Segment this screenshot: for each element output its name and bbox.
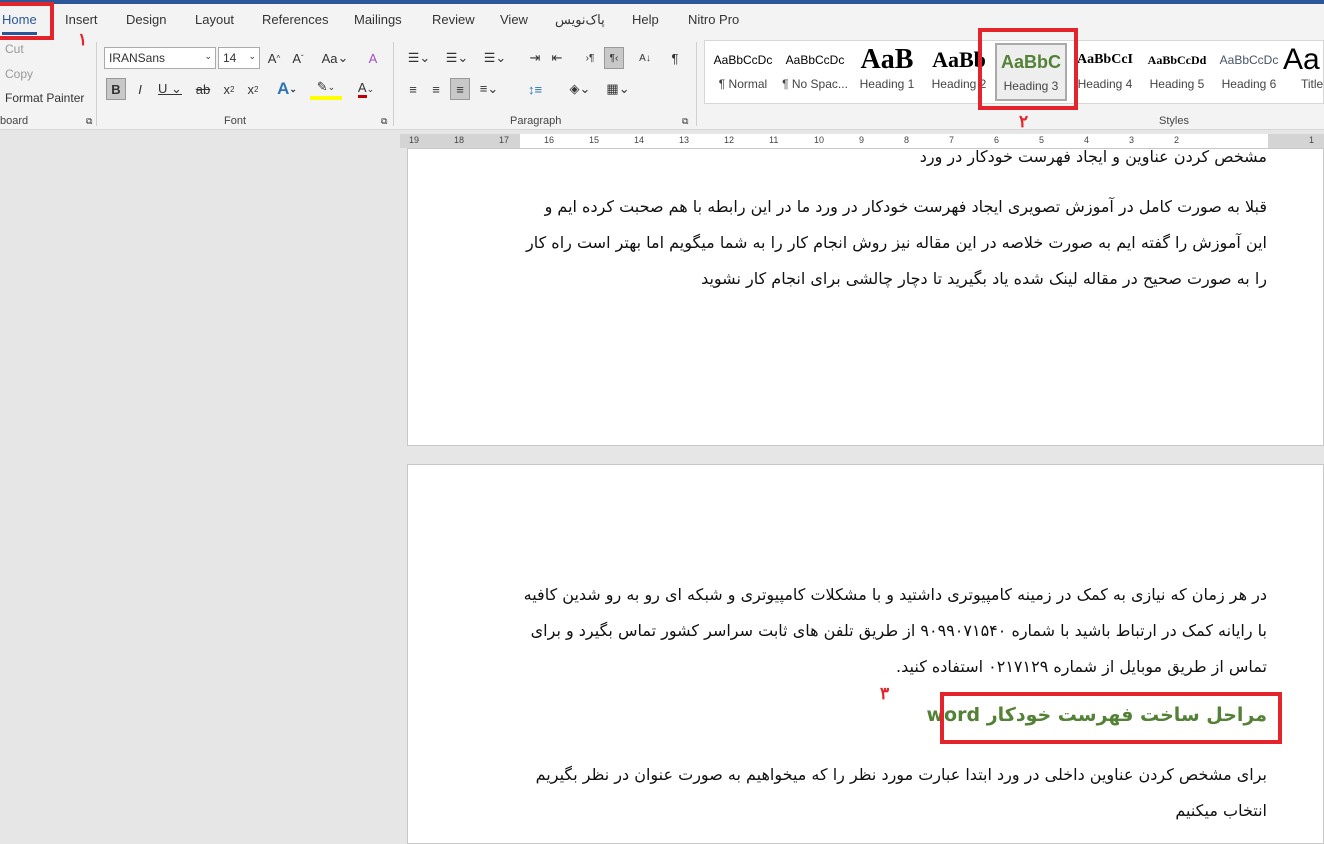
show-marks-icon[interactable]: ¶ (666, 47, 684, 69)
copy-button[interactable]: Copy (5, 67, 33, 81)
annotation-number-3: ۳ (880, 684, 890, 703)
change-case-button[interactable]: Aa ⌄ (318, 47, 352, 69)
divider (96, 42, 97, 126)
ribbon-tabs: Home Insert Design Layout References Mai… (0, 4, 1324, 36)
align-right-icon[interactable]: ≡ (450, 78, 470, 100)
style-preview: AaBbCcI (1076, 52, 1133, 67)
style-name: ¶ Normal (718, 77, 768, 91)
dialog-launcher-icon[interactable]: ⧉ (86, 116, 92, 127)
tab-layout[interactable]: Layout (195, 12, 234, 27)
ruler-tick-label: 18 (454, 135, 465, 145)
style-preview: AaBbCcDd (1147, 53, 1207, 67)
style-heading-1[interactable]: AaB Heading 1 (851, 43, 923, 101)
font-group-label: Font (224, 115, 247, 127)
tab-design[interactable]: Design (126, 12, 166, 27)
style-name: ¶ No Spac... (782, 77, 848, 91)
style-preview: AaBbCcDc (713, 53, 773, 67)
tab-review[interactable]: Review (432, 12, 475, 27)
format-painter-button[interactable]: Format Painter (5, 91, 84, 105)
font-color-icon[interactable]: A ⌄ (350, 78, 382, 100)
change-case-label: Aa (321, 50, 338, 66)
chevron-down-icon: ⌄ (204, 51, 212, 61)
cut-button[interactable]: Cut (5, 42, 24, 56)
tab-paknevis[interactable]: پاک‌نویس (555, 12, 605, 28)
tab-nitro-pro[interactable]: Nitro Pro (688, 12, 739, 27)
dialog-launcher-icon[interactable]: ⧉ (381, 116, 387, 127)
tab-help[interactable]: Help (632, 12, 659, 27)
shrink-font-icon[interactable]: Aˇ (288, 47, 308, 69)
style-preview: Aa (1283, 43, 1320, 76)
multilevel-list-icon[interactable]: ☰⌄ (480, 47, 510, 69)
ribbon: Cut Copy Format Painter board ⧉ IRANSans… (0, 36, 1324, 130)
divider (393, 42, 394, 126)
align-center-icon[interactable]: ≡ (427, 78, 445, 100)
font-size-combo[interactable]: 14 ⌄ (218, 47, 260, 69)
font-name-combo[interactable]: IRANSans ⌄ (104, 47, 216, 69)
style-name: Heading 1 (859, 77, 915, 91)
rtl-direction-icon[interactable]: ¶‹ (604, 47, 624, 69)
style-name: Title (1301, 77, 1324, 91)
clear-formatting-icon[interactable]: A (362, 47, 384, 69)
style-preview: AaB (860, 44, 914, 75)
strikethrough-button[interactable]: ab (194, 78, 212, 100)
text-effects-icon[interactable]: A ⌄ (272, 78, 302, 100)
divider (696, 42, 697, 126)
ltr-direction-icon[interactable]: ›¶ (580, 47, 600, 69)
highlight-icon[interactable]: ✎ ⌄ (310, 78, 342, 100)
bullets-icon[interactable]: ☰⌄ (404, 47, 434, 69)
shading-icon[interactable]: ◈⌄ (564, 78, 596, 100)
style-name: Heading 5 (1149, 77, 1205, 91)
clipboard-group-label: board (0, 115, 29, 127)
tab-insert[interactable]: Insert (65, 12, 98, 27)
ruler-tick-label: 1 (1309, 135, 1315, 145)
styles-group-label: Styles (1159, 115, 1189, 127)
annotation-number-1: ۱ (78, 30, 88, 49)
chevron-down-icon: ⌄ (248, 51, 256, 61)
annotation-number-2: ۲ (1019, 112, 1029, 131)
font-size-value: 14 (223, 51, 237, 65)
style-preview: AaBbCcDc (1219, 53, 1279, 67)
ruler-tick-label: 19 (409, 135, 420, 145)
dialog-launcher-icon[interactable]: ⧉ (682, 116, 688, 127)
paragraph: برای مشخص کردن عناوین داخلی در ورد ابتدا… (535, 765, 1267, 820)
align-left-icon[interactable]: ≡ (404, 78, 422, 100)
style-name: Heading 6 (1221, 77, 1277, 91)
tab-references[interactable]: References (262, 12, 328, 27)
paragraph-group-label: Paragraph (510, 115, 562, 127)
style-preview: AaBbCcDc (785, 53, 845, 67)
style-heading-5[interactable]: AaBbCcDd Heading 5 (1141, 43, 1213, 101)
tab-view[interactable]: View (500, 12, 528, 27)
paragraph: در هر زمان که نیازی به کمک در زمینه کامپ… (523, 585, 1267, 676)
sort-icon[interactable]: A↓ (634, 47, 656, 69)
italic-button[interactable]: I (132, 78, 148, 100)
annotation-box-home (0, 2, 54, 40)
numbering-icon[interactable]: ☰⌄ (442, 47, 472, 69)
style-heading-6[interactable]: AaBbCcDc Heading 6 (1213, 43, 1285, 101)
page-1[interactable]: مشخص کردن عناوین و ایجاد فهرست خودکار در… (407, 147, 1324, 446)
tab-mailings[interactable]: Mailings (354, 12, 402, 27)
style-heading-4[interactable]: AaBbCcI Heading 4 (1069, 43, 1141, 101)
style-no-spacing[interactable]: AaBbCcDc ¶ No Spac... (779, 43, 851, 101)
justify-icon[interactable]: ≡⌄ (474, 78, 504, 100)
heading-line: مشخص کردن عناوین و ایجاد فهرست خودکار در… (919, 147, 1267, 166)
annotation-box-heading (940, 692, 1282, 744)
font-name-value: IRANSans (109, 51, 166, 65)
style-title[interactable]: Aa Title (1283, 43, 1324, 101)
annotation-box-heading3 (978, 28, 1078, 110)
bold-button[interactable]: B (106, 78, 126, 100)
line-spacing-icon[interactable]: ↕≡ (520, 78, 550, 100)
page-2[interactable]: در هر زمان که نیازی به کمک در زمینه کامپ… (407, 464, 1324, 844)
increase-indent-icon[interactable]: ⇤ (548, 47, 566, 69)
ruler-tick-label: 17 (499, 135, 510, 145)
borders-icon[interactable]: ▦⌄ (602, 78, 634, 100)
superscript-button[interactable]: x2 (244, 78, 262, 100)
grow-font-icon[interactable]: A ^ (264, 47, 284, 69)
subscript-button[interactable]: x2 (220, 78, 238, 100)
decrease-indent-icon[interactable]: ⇥ (526, 47, 544, 69)
style-normal[interactable]: AaBbCcDc ¶ Normal (707, 43, 779, 101)
paragraph: قبلا به صورت کامل در آموزش تصویری ایجاد … (526, 197, 1267, 288)
underline-button[interactable]: U ⌄ (155, 78, 185, 100)
style-name: Heading 4 (1077, 77, 1133, 91)
